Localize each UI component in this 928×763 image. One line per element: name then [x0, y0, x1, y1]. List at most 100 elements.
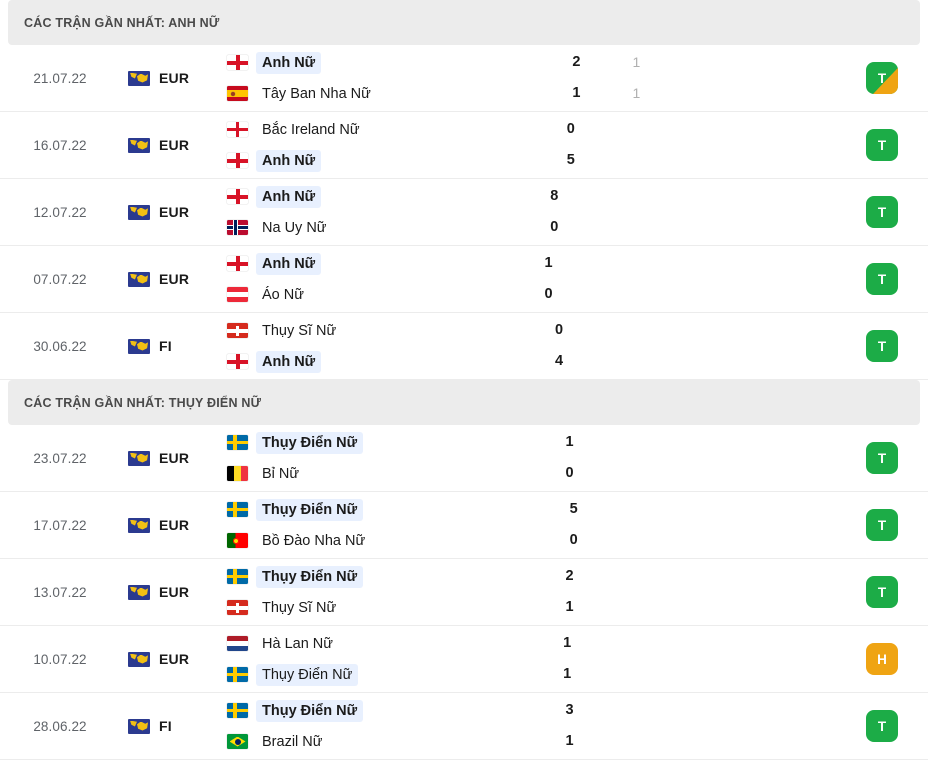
match-row[interactable]: 17.07.22 EUR Thụy Điển Nữ Bồ Đào Nha Nữ 5 0 T [0, 492, 928, 559]
team-name-home[interactable]: Thụy Điển Nữ [256, 498, 364, 521]
match-row[interactable]: 16.07.22 EUR Bắc Ireland Nữ Anh Nữ 0 5 T [0, 112, 928, 179]
team-name-away[interactable]: Na Uy Nữ [256, 217, 333, 239]
team-name-home[interactable]: Anh Nữ [256, 252, 322, 275]
team-line-home[interactable]: Thụy Sĩ Nữ [227, 319, 529, 342]
team-name-home[interactable]: Hà Lan Nữ [256, 633, 339, 655]
team-line-away[interactable]: Anh Nữ [227, 350, 529, 373]
team-line-home[interactable]: Thụy Điển Nữ [227, 565, 540, 588]
result-badge-letter: T [877, 137, 887, 153]
match-row[interactable]: 28.06.22 FI Thụy Điển Nữ Brazil Nữ 3 1 T [0, 693, 928, 760]
match-row[interactable]: 21.07.22 EUR Anh Nữ Tây Ban Nha Nữ 2 1 1 1 T [0, 45, 928, 112]
secondary-score-away [604, 529, 664, 552]
match-row[interactable]: 13.07.22 EUR Thụy Điển Nữ Thụy Sĩ Nữ 2 1 T [0, 559, 928, 626]
team-line-away[interactable]: Bồ Đào Nha Nữ [227, 529, 544, 552]
score-home: 3 [565, 702, 574, 718]
result-badge-cell: T [836, 62, 928, 94]
team-line-home[interactable]: Thụy Điển Nữ [227, 498, 544, 521]
team-line-away[interactable]: Na Uy Nữ [227, 216, 524, 239]
competition-cell[interactable]: EUR [120, 271, 225, 287]
competition-cell[interactable]: EUR [120, 70, 225, 86]
uefa-map-icon [128, 137, 150, 153]
flag-sweden-icon [227, 703, 248, 718]
result-badge-draw[interactable]: H [866, 643, 899, 675]
result-badge-win[interactable]: T [866, 576, 898, 608]
flag-norway-icon [227, 220, 248, 235]
flag-sweden-icon [227, 569, 248, 584]
competition-cell[interactable]: EUR [120, 204, 225, 220]
section-header-anh-nu: CÁC TRẬN GẦN NHẤT: ANH NỮ [8, 0, 920, 45]
team-line-home[interactable]: Bắc Ireland Nữ [227, 118, 541, 141]
team-line-home[interactable]: Anh Nữ [227, 51, 546, 74]
match-row[interactable]: 07.07.22 EUR Anh Nữ Áo Nữ 1 0 T [0, 246, 928, 313]
result-badge-win[interactable]: T [866, 330, 899, 362]
result-badge-win[interactable]: T [866, 196, 898, 228]
team-name-away[interactable]: Áo Nữ [256, 284, 310, 306]
competition-cell[interactable]: FI [120, 718, 225, 734]
team-name-home[interactable]: Thụy Điển Nữ [256, 431, 364, 454]
team-name-home[interactable]: Thụy Điển Nữ [256, 565, 364, 588]
team-line-home[interactable]: Anh Nữ [227, 252, 519, 275]
team-name-home[interactable]: Thụy Sĩ Nữ [256, 320, 342, 342]
team-line-away[interactable]: Anh Nữ [227, 149, 541, 172]
team-line-away[interactable]: Bỉ Nữ [227, 462, 540, 485]
team-line-home[interactable]: Hà Lan Nữ [227, 632, 537, 655]
result-badge-win[interactable]: T [866, 509, 899, 541]
flag-england-icon [227, 256, 248, 271]
team-name-away[interactable]: Bồ Đào Nha Nữ [256, 530, 371, 552]
competition-cell[interactable]: EUR [120, 651, 225, 667]
competition-cell[interactable]: EUR [120, 517, 225, 533]
competition-label: EUR [159, 70, 190, 86]
match-row[interactable]: 10.07.22 EUR Hà Lan Nữ Thụy Điển Nữ 1 1 H [0, 626, 928, 693]
team-name-away[interactable]: Anh Nữ [256, 350, 322, 373]
team-line-away[interactable]: Thụy Sĩ Nữ [227, 596, 540, 619]
competition-cell[interactable]: EUR [120, 584, 225, 600]
competition-label: EUR [159, 651, 190, 667]
competition-cell[interactable]: EUR [120, 137, 225, 153]
team-name-away[interactable]: Thụy Điển Nữ [256, 663, 359, 686]
match-row[interactable]: 30.06.22 FI Thụy Sĩ Nữ Anh Nữ 0 4 T [0, 313, 928, 380]
team-line-home[interactable]: Thụy Điển Nữ [227, 699, 540, 722]
result-badge-win[interactable]: T [866, 442, 898, 474]
secondary-score-away: 1 [632, 85, 641, 101]
result-badge-cell: T [836, 330, 928, 362]
secondary-score-home [597, 632, 657, 655]
team-name-home[interactable]: Anh Nữ [256, 185, 322, 208]
secondary-score-home [604, 498, 664, 521]
team-name-home[interactable]: Bắc Ireland Nữ [256, 119, 366, 141]
team-name-away[interactable]: Brazil Nữ [256, 731, 328, 753]
team-line-away[interactable]: Brazil Nữ [227, 730, 540, 753]
flag-switzerland-icon [227, 323, 248, 338]
score-away: 0 [569, 532, 578, 548]
team-name-away[interactable]: Bỉ Nữ [256, 463, 305, 485]
uefa-map-icon [128, 70, 150, 86]
team-name-away[interactable]: Anh Nữ [256, 149, 322, 172]
result-badge-win[interactable]: T [866, 710, 898, 742]
teams-cell: Anh Nữ Na Uy Nữ [225, 185, 524, 239]
result-badge-win[interactable]: T [866, 62, 898, 94]
score-away: 0 [550, 219, 559, 235]
match-date: 17.07.22 [33, 517, 87, 533]
team-line-away[interactable]: Tây Ban Nha Nữ [227, 82, 546, 105]
team-name-away[interactable]: Thụy Sĩ Nữ [256, 597, 342, 619]
team-line-away[interactable]: Áo Nữ [227, 283, 519, 306]
team-name-home[interactable]: Anh Nữ [256, 51, 322, 74]
team-line-home[interactable]: Anh Nữ [227, 185, 524, 208]
team-line-home[interactable]: Thụy Điển Nữ [227, 431, 540, 454]
teams-cell: Hà Lan Nữ Thụy Điển Nữ [225, 632, 537, 686]
result-badge-win[interactable]: T [866, 263, 898, 295]
team-name-away[interactable]: Tây Ban Nha Nữ [256, 83, 377, 105]
uefa-map-icon [128, 718, 150, 734]
teams-cell: Thụy Điển Nữ Bồ Đào Nha Nữ [225, 498, 544, 552]
match-date: 30.06.22 [33, 338, 87, 354]
team-name-home[interactable]: Thụy Điển Nữ [256, 699, 364, 722]
result-badge-win[interactable]: T [866, 129, 898, 161]
teams-cell: Anh Nữ Áo Nữ [225, 252, 519, 306]
secondary-score-group [604, 498, 664, 552]
team-line-away[interactable]: Thụy Điển Nữ [227, 663, 537, 686]
match-date: 21.07.22 [33, 70, 87, 86]
competition-cell[interactable]: FI [120, 338, 225, 354]
score-home: 2 [572, 54, 581, 70]
competition-cell[interactable]: EUR [120, 450, 225, 466]
match-row[interactable]: 12.07.22 EUR Anh Nữ Na Uy Nữ 8 0 T [0, 179, 928, 246]
match-row[interactable]: 23.07.22 EUR Thụy Điển Nữ Bỉ Nữ 1 0 T [0, 425, 928, 492]
